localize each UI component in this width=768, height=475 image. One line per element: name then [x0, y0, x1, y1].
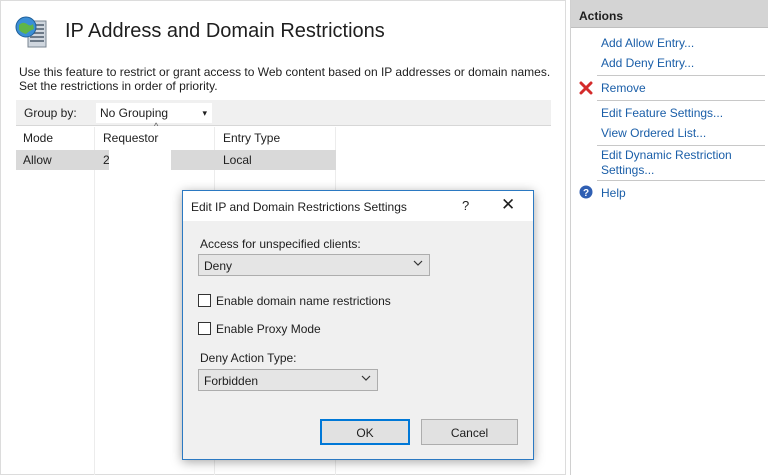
- column-header-mode[interactable]: Mode: [23, 131, 53, 145]
- remove-link[interactable]: Remove: [601, 81, 646, 96]
- globe-server-icon: [15, 16, 47, 48]
- group-by-select[interactable]: No Grouping ▾: [96, 103, 212, 123]
- edit-dynamic-restriction-link-line2[interactable]: Settings...: [601, 163, 654, 178]
- deny-action-select[interactable]: Forbidden: [198, 369, 378, 391]
- edit-restrictions-dialog: Edit IP and Domain Restrictions Settings…: [182, 190, 534, 460]
- column-divider: [94, 127, 95, 475]
- help-link[interactable]: Help: [601, 186, 626, 201]
- access-select[interactable]: Deny: [198, 254, 430, 276]
- group-by-value: No Grouping: [100, 106, 169, 120]
- feature-description: Use this feature to restrict or grant ac…: [19, 65, 559, 93]
- ok-button[interactable]: OK: [320, 419, 410, 445]
- group-by-bar: Group by: No Grouping ▾: [16, 100, 551, 126]
- actions-header: Actions: [571, 0, 768, 28]
- redaction-box: [109, 150, 171, 170]
- actions-divider: [597, 75, 765, 76]
- svg-text:?: ?: [583, 188, 589, 199]
- edit-dynamic-restriction-link[interactable]: Edit Dynamic Restriction: [601, 148, 732, 163]
- dialog-titlebar: Edit IP and Domain Restrictions Settings…: [183, 191, 533, 221]
- add-allow-entry-link[interactable]: Add Allow Entry...: [601, 36, 694, 51]
- dropdown-arrow-icon: ▾: [202, 108, 207, 118]
- cell-mode: Allow: [23, 153, 52, 167]
- table-row[interactable]: Allow 2 Local: [16, 150, 336, 170]
- column-header-requestor[interactable]: Requestor: [103, 131, 158, 145]
- edit-feature-settings-link[interactable]: Edit Feature Settings...: [601, 106, 723, 121]
- access-value: Deny: [204, 259, 233, 273]
- page-title: IP Address and Domain Restrictions: [65, 20, 385, 42]
- help-button[interactable]: ?: [462, 198, 469, 213]
- help-icon: ?: [579, 185, 593, 199]
- column-header-entry-type[interactable]: Entry Type: [223, 131, 280, 145]
- actions-divider: [597, 100, 765, 101]
- deny-action-value: Forbidden: [204, 374, 259, 388]
- dialog-title: Edit IP and Domain Restrictions Settings: [191, 200, 407, 214]
- actions-divider: [597, 180, 765, 181]
- group-by-label: Group by:: [24, 106, 77, 120]
- close-button[interactable]: ✕: [501, 195, 515, 215]
- chevron-down-icon: [413, 260, 423, 266]
- chevron-down-icon: [361, 375, 371, 381]
- access-label: Access for unspecified clients:: [200, 237, 361, 251]
- actions-divider: [597, 145, 765, 146]
- enable-proxy-checkbox[interactable]: [198, 322, 211, 335]
- enable-domain-checkbox[interactable]: [198, 294, 211, 307]
- cancel-button[interactable]: Cancel: [421, 419, 518, 445]
- enable-domain-label[interactable]: Enable domain name restrictions: [216, 294, 391, 308]
- actions-pane: Actions Add Allow Entry... Add Deny Entr…: [570, 0, 768, 475]
- description-line: Use this feature to restrict or grant ac…: [19, 65, 551, 79]
- add-deny-entry-link[interactable]: Add Deny Entry...: [601, 56, 694, 71]
- red-x-icon: [579, 81, 593, 95]
- description-line: Set the restrictions in order of priorit…: [19, 79, 218, 93]
- deny-action-label: Deny Action Type:: [200, 351, 297, 365]
- sort-caret-icon: ^: [154, 121, 159, 131]
- cell-entry-type: Local: [223, 153, 252, 167]
- enable-proxy-label[interactable]: Enable Proxy Mode: [216, 322, 321, 336]
- view-ordered-list-link[interactable]: View Ordered List...: [601, 126, 706, 141]
